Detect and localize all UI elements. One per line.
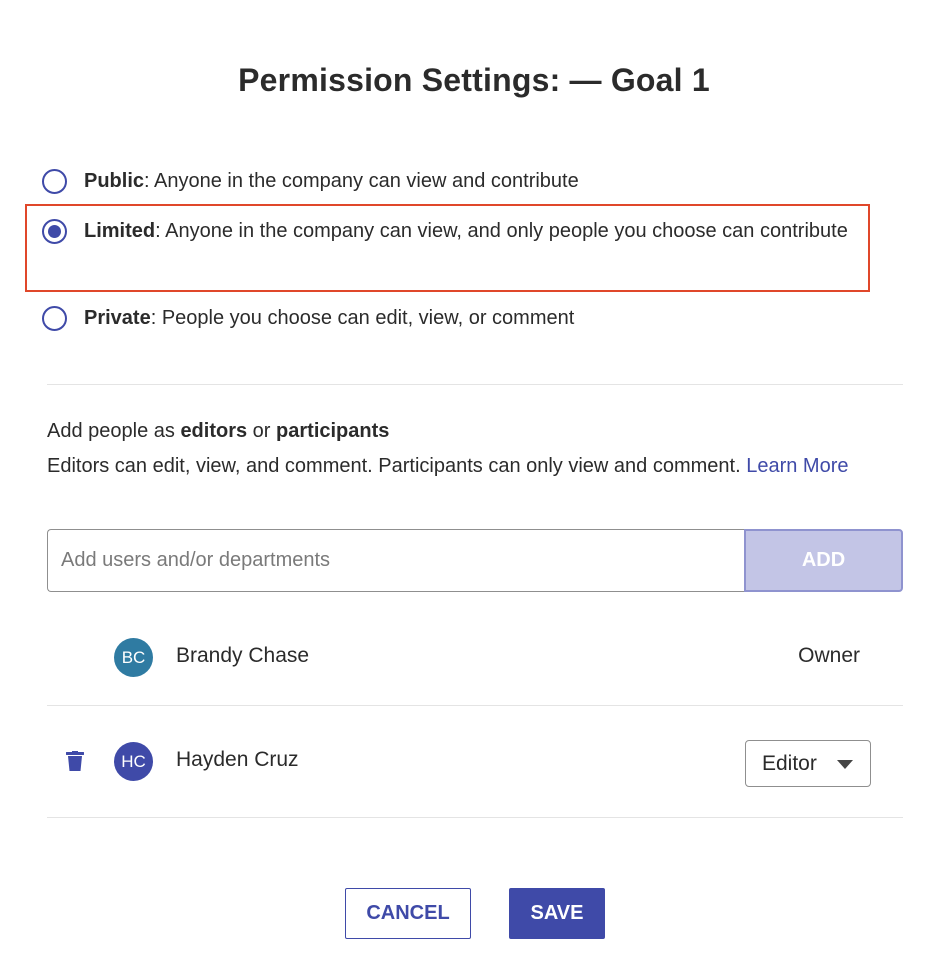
add-users-input[interactable] [47, 529, 744, 592]
add-people-bar: ADD [47, 529, 903, 592]
option-public-description: : Anyone in the company can view and con… [144, 170, 579, 192]
dialog-title: Permission Settings: — Goal 1 [238, 62, 710, 98]
person-row-owner: BC Brandy Chase Owner [47, 627, 903, 687]
person-row-editor: HC Hayden Cruz Editor [47, 731, 903, 791]
chevron-down-icon [837, 760, 853, 769]
option-public-text: Public: Anyone in the company can view a… [84, 164, 579, 199]
limited-radio[interactable] [42, 219, 67, 244]
description-text: Editors can edit, view, and comment. Par… [47, 455, 747, 477]
option-private-label: Private [84, 307, 151, 329]
heading-prefix: Add people as [47, 420, 181, 442]
option-limited-label: Limited [84, 220, 156, 242]
add-button[interactable]: ADD [744, 529, 903, 592]
option-private[interactable]: Private: People you choose can edit, vie… [42, 301, 574, 336]
public-radio[interactable] [42, 169, 67, 194]
heading-participants: participants [276, 420, 390, 442]
section-divider [47, 384, 903, 385]
person-name: Hayden Cruz [176, 748, 299, 771]
people-section-heading: Add people as editors or participants [47, 420, 389, 443]
person-name: Brandy Chase [176, 644, 310, 667]
private-radio[interactable] [42, 306, 67, 331]
row-divider [47, 705, 903, 706]
row-divider [47, 817, 903, 818]
person-role: Owner [798, 644, 860, 667]
heading-editors: editors [180, 420, 248, 442]
role-dropdown[interactable]: Editor [745, 740, 871, 787]
cancel-button[interactable]: CANCEL [345, 888, 471, 939]
option-limited-description: : Anyone in the company can view, and on… [155, 220, 848, 242]
avatar: HC [114, 742, 153, 781]
heading-or: or [247, 420, 277, 442]
option-public[interactable]: Public: Anyone in the company can view a… [42, 164, 579, 199]
trash-icon[interactable] [66, 751, 84, 771]
avatar: BC [114, 638, 153, 677]
save-button[interactable]: SAVE [509, 888, 605, 939]
learn-more-link[interactable]: Learn More [746, 455, 848, 477]
option-public-label: Public [84, 170, 145, 192]
role-dropdown-value: Editor [762, 752, 817, 775]
people-section-description: Editors can edit, view, and comment. Par… [47, 450, 907, 482]
option-private-description: : People you choose can edit, view, or c… [150, 307, 575, 329]
option-limited-text: Limited: Anyone in the company can view,… [84, 214, 848, 249]
option-limited[interactable]: Limited: Anyone in the company can view,… [42, 214, 862, 249]
option-private-text: Private: People you choose can edit, vie… [84, 301, 574, 336]
